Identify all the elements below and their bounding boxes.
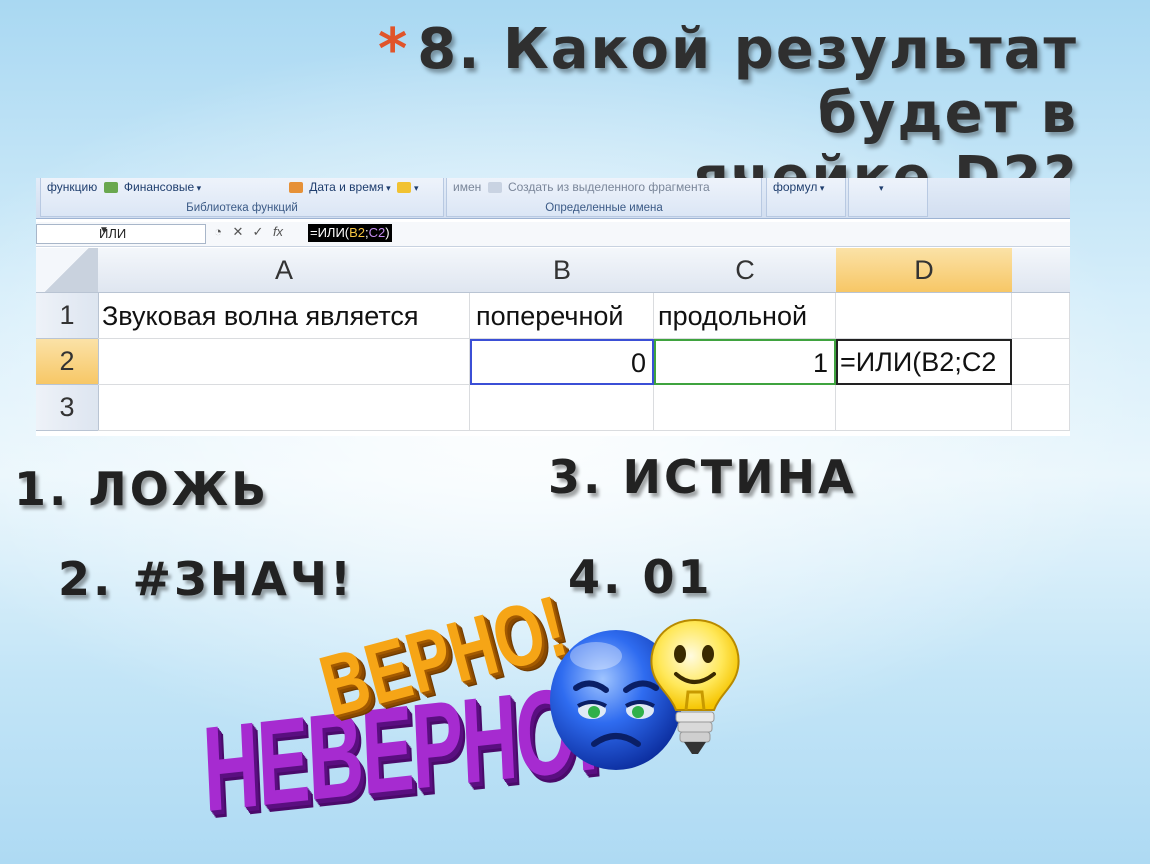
fx-icon[interactable]: fx <box>268 224 288 239</box>
lightbulb-icon <box>650 618 740 754</box>
select-all-corner[interactable] <box>36 248 99 293</box>
cell-c3[interactable] <box>654 385 836 431</box>
formula-buttons: ◔ ✕ ✓ fx <box>208 224 306 242</box>
row-header-2[interactable]: 2 <box>36 339 99 385</box>
row-header-1[interactable]: 1 <box>36 293 99 339</box>
cell-b1[interactable]: поперечной <box>470 293 654 339</box>
cell-a3[interactable] <box>98 385 470 431</box>
answer-option-4[interactable]: 4. 01 <box>568 550 713 604</box>
ribbon-group-formulas: формул ▾ <box>766 178 846 217</box>
cell-d1[interactable] <box>836 293 1012 339</box>
date-time-button[interactable]: Дата и время <box>309 180 383 194</box>
insert-function-label[interactable]: функцию <box>47 180 97 194</box>
column-header-b[interactable]: B <box>470 248 655 293</box>
name-box[interactable]: ИЛИ ▼ <box>36 224 206 244</box>
cell-c1[interactable]: продольной <box>654 293 836 339</box>
table-icon <box>487 182 502 194</box>
cell-c2[interactable]: 1 <box>654 339 836 385</box>
cell-e3[interactable] <box>1012 385 1070 431</box>
cell-b3[interactable] <box>470 385 654 431</box>
title-line-1: 8. Какой результат будет в <box>417 17 1078 146</box>
spreadsheet-screenshot: функцию Финансовые ▾ Дата и время ▾ ▾ Би… <box>36 178 1070 436</box>
ribbon: функцию Финансовые ▾ Дата и время ▾ ▾ Би… <box>36 178 1070 219</box>
column-header-c[interactable]: C <box>654 248 837 293</box>
financial-button[interactable]: Финансовые <box>124 180 194 194</box>
answer-option-3[interactable]: 3. ИСТИНА <box>548 450 857 504</box>
ribbon-group-defined-names: имен Создать из выделенного фрагмента Оп… <box>446 178 762 217</box>
cell-a1[interactable]: Звуковая волна является <box>98 293 470 339</box>
cell-e2[interactable] <box>1012 339 1070 385</box>
cancel-icon[interactable]: ✕ <box>228 224 248 240</box>
title-bullet: * <box>377 17 410 82</box>
column-header-d[interactable]: D <box>836 248 1013 293</box>
sheet-grid: A B C D 1 2 3 Звуковая волна является по… <box>36 248 1070 436</box>
cell-a2[interactable] <box>98 339 470 385</box>
name-manager-label[interactable]: имен <box>453 180 481 194</box>
column-header-a[interactable]: A <box>98 248 471 293</box>
cell-b2[interactable]: 0 <box>470 339 654 385</box>
formulas-button[interactable]: формул <box>773 180 817 194</box>
cell-d2[interactable]: =ИЛИ(B2;C2 <box>836 339 1012 385</box>
calendar-icon <box>288 182 303 194</box>
answer-option-2[interactable]: 2. #ЗНАЧ! <box>58 552 354 606</box>
more-dropdown-icon[interactable]: ▾ <box>879 183 884 193</box>
circle-icon: ◔ <box>214 224 222 239</box>
ribbon-group-function-library: функцию Финансовые ▾ Дата и время ▾ ▾ Би… <box>40 178 444 217</box>
function-library-caption: Библиотека функций <box>186 202 298 214</box>
financial-icon <box>103 182 118 194</box>
row-header-3[interactable]: 3 <box>36 385 99 431</box>
ribbon-group-more: ▾ <box>848 178 928 217</box>
check-icon[interactable]: ✓ <box>248 224 268 240</box>
answer-option-1[interactable]: 1. ЛОЖЬ <box>14 462 269 516</box>
column-header-e[interactable] <box>1012 248 1070 293</box>
defined-names-caption: Определенные имена <box>545 202 663 214</box>
create-from-selection-button[interactable]: Создать из выделенного фрагмента <box>508 180 710 194</box>
more-functions-icon[interactable] <box>397 182 411 194</box>
cell-e1[interactable] <box>1012 293 1070 339</box>
formula-bar: ИЛИ ▼ ◔ ✕ ✓ fx =ИЛИ(B2;C2) <box>36 222 1070 247</box>
cell-d3[interactable] <box>836 385 1012 431</box>
chevron-down-icon[interactable]: ▼ <box>99 225 201 236</box>
formula-input[interactable]: =ИЛИ(B2;C2) <box>308 224 392 242</box>
